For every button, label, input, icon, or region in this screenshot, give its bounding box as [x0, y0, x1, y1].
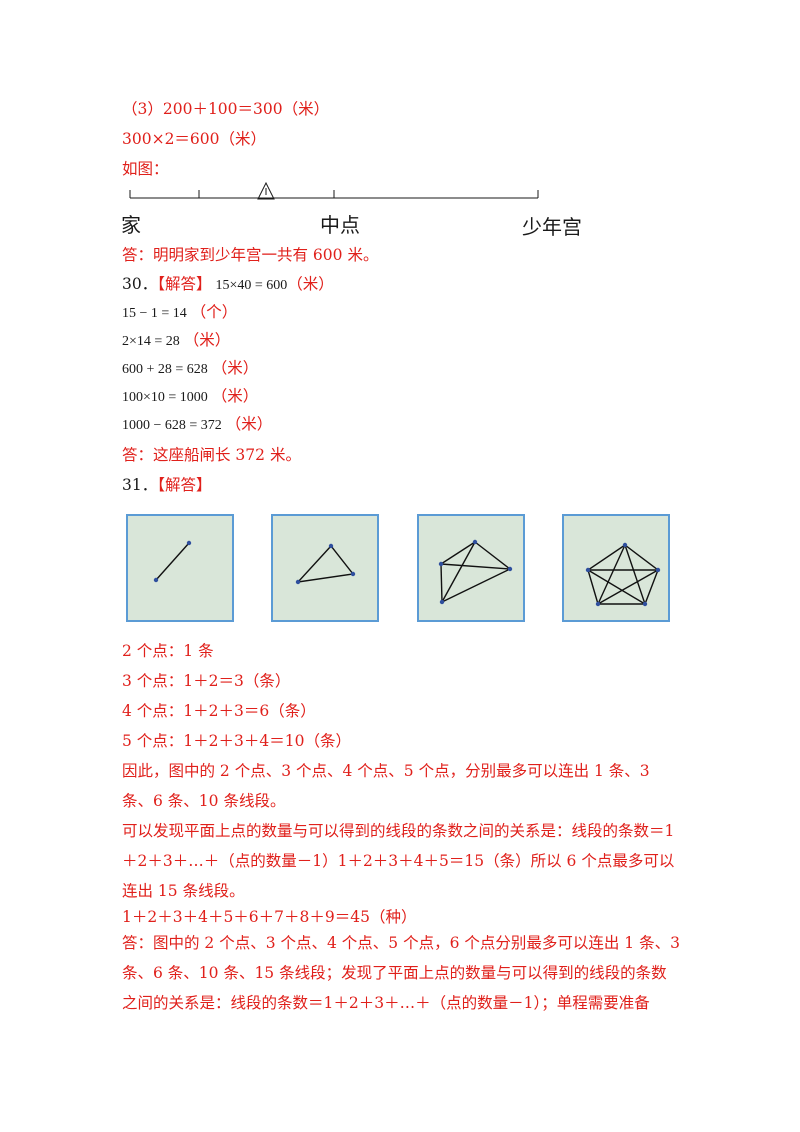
q30-unit3: （米） — [183, 331, 231, 349]
paragraph-conclusion: 因此，图中的 2 个点、3 个点、4 个点、5 个点，分别最多可以连出 1 条、… — [122, 762, 650, 810]
label-home: 家 — [121, 213, 141, 237]
figure-two-points — [126, 514, 234, 622]
q31-tag: 【解答】 — [157, 476, 212, 494]
number-line-figure — [129, 182, 539, 200]
q30-unit6: （米） — [225, 415, 273, 433]
q31-header: 31．【解答】 — [122, 474, 212, 496]
q30-row3: 2×14 = 28 （米） — [122, 329, 230, 353]
q30-tag: 【解答】 — [157, 275, 212, 293]
q30-unit5: （米） — [211, 387, 259, 405]
q31-number: 31． — [122, 476, 158, 494]
points-2: 2 个点：1 条 — [122, 642, 214, 660]
answer-30: 答：这座船闸长 372 米。 — [122, 446, 301, 464]
q30-eq2: 15 − 1 = 14 — [122, 306, 187, 321]
points-4: 4 个点：1＋2＋3＝6（条） — [122, 702, 316, 720]
line-as-figure: 如图： — [122, 160, 169, 178]
triangle-marker-icon — [257, 182, 275, 200]
figure-three-points — [271, 514, 379, 622]
answer-29: 答：明明家到少年宫一共有 600 米。 — [122, 246, 379, 264]
paragraph-relationship: 可以发现平面上点的数量与可以得到的线段的条数之间的关系是：线段的条数＝1＋2＋3… — [122, 822, 675, 900]
equation-45: 1＋2＋3＋4＋5＋6＋7＋8＋9＝45（种） — [122, 908, 417, 926]
figure-four-points — [417, 514, 525, 622]
q30-eq5: 100×10 = 1000 — [122, 390, 208, 405]
q30-eq1: 15×40 = 600 — [215, 278, 288, 293]
points-3: 3 个点：1＋2＝3（条） — [122, 672, 291, 690]
q30-row4: 600 + 28 = 628 （米） — [122, 357, 258, 381]
q30-unit2: （个） — [190, 303, 238, 321]
label-midpoint: 中点 — [320, 213, 360, 237]
q30-eq6: 1000 − 628 = 372 — [122, 418, 222, 433]
figure-five-points — [562, 514, 670, 622]
label-youth-palace: 少年宫 — [522, 215, 582, 239]
q30-header: 30．【解答】 15×40 = 600（米） — [122, 273, 334, 297]
q30-unit4: （米） — [211, 359, 259, 377]
q30-eq3: 2×14 = 28 — [122, 334, 180, 349]
line-calc-1: （3）200＋100＝300（米） — [122, 100, 330, 118]
q30-eq4: 600 + 28 = 628 — [122, 362, 208, 377]
paragraph-answer-31: 答：图中的 2 个点、3 个点、4 个点、5 个点，6 个点分别最多可以连出 1… — [122, 934, 680, 1012]
line-calc-2: 300×2＝600（米） — [122, 130, 267, 148]
q30-row6: 1000 − 628 = 372 （米） — [122, 413, 272, 437]
q30-row5: 100×10 = 1000 （米） — [122, 385, 258, 409]
q30-unit1: （米） — [287, 275, 334, 293]
q30-number: 30． — [122, 275, 158, 293]
points-5: 5 个点：1＋2＋3＋4＝10（条） — [122, 732, 351, 750]
q30-row2: 15 − 1 = 14 （个） — [122, 301, 237, 325]
